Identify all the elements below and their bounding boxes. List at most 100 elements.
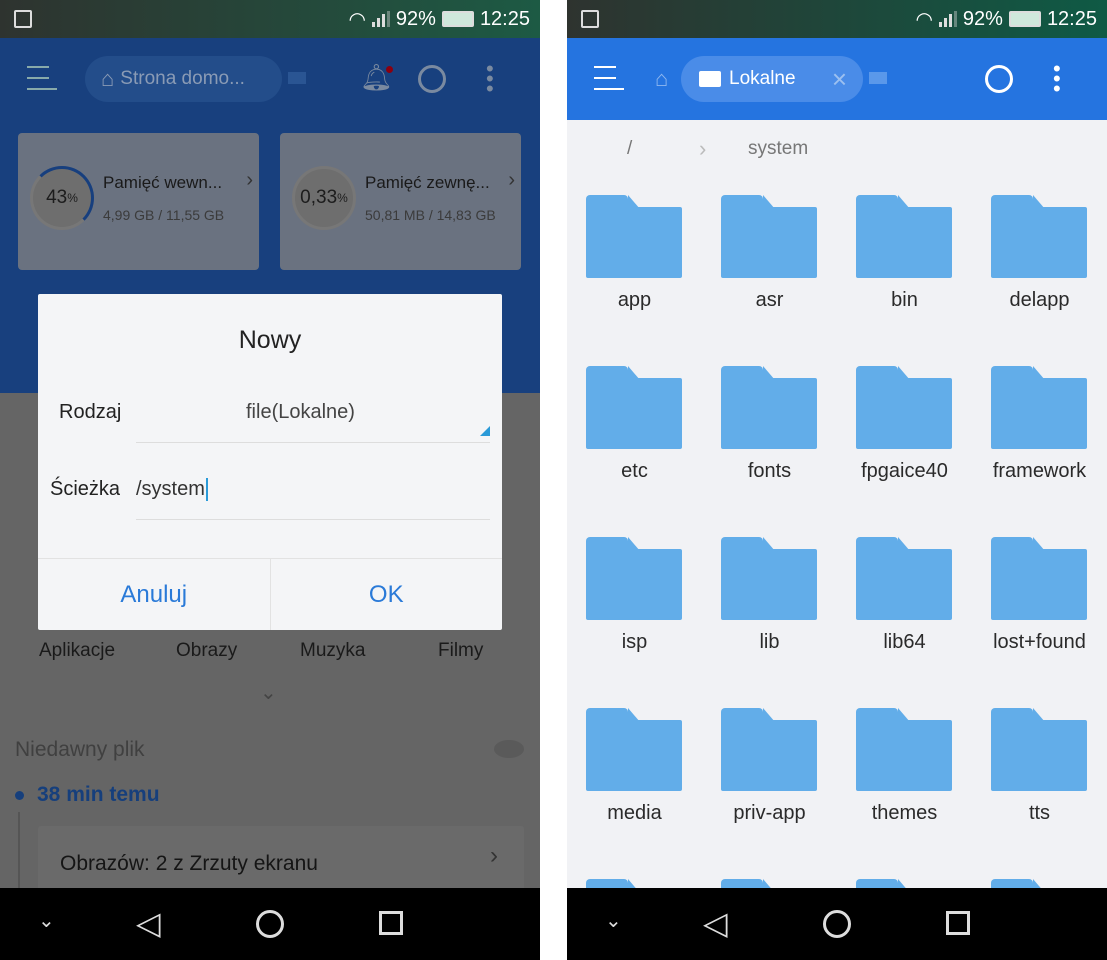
folder-label[interactable]: bin bbox=[837, 289, 972, 312]
navigation-bar: ⌄ ◁ bbox=[0, 888, 540, 960]
battery-icon bbox=[1008, 11, 1041, 27]
expand-chevron-icon[interactable]: ⌄ bbox=[260, 680, 277, 705]
folder-label[interactable]: lib bbox=[702, 631, 837, 654]
usage-ring: 43% bbox=[30, 166, 94, 230]
chevron-right-icon: › bbox=[490, 842, 498, 869]
category-images[interactable]: Obrazy bbox=[176, 640, 237, 662]
sd-card-icon[interactable] bbox=[288, 72, 306, 84]
storage-usage: 50,81 MB / 14,83 GB bbox=[365, 207, 496, 223]
home-nav-icon[interactable] bbox=[823, 910, 851, 938]
chevron-right-icon: › bbox=[246, 169, 253, 191]
cancel-button[interactable]: Anuluj bbox=[38, 559, 271, 630]
folder-label[interactable]: framework bbox=[972, 460, 1107, 483]
folder-label[interactable]: delapp bbox=[972, 289, 1107, 312]
folder-icon[interactable] bbox=[586, 366, 682, 449]
percent: 43 bbox=[46, 187, 68, 208]
right-screen: ◠ 92% 12:25 ⌂ Lokalne × • • • / › system a… bbox=[567, 0, 1107, 960]
folder-label[interactable]: fpgaice40 bbox=[837, 460, 972, 483]
home-icon[interactable]: ⌂ bbox=[655, 66, 668, 92]
more-options-icon[interactable]: • • • bbox=[486, 58, 494, 100]
folder-label[interactable]: media bbox=[567, 802, 702, 825]
folder-icon[interactable] bbox=[586, 195, 682, 278]
breadcrumb-root[interactable]: / bbox=[627, 138, 632, 160]
clock: 12:25 bbox=[1046, 7, 1097, 30]
recent-files-title: Niedawny plik bbox=[15, 738, 145, 761]
folder-label[interactable]: lib64 bbox=[837, 631, 972, 654]
folder-label[interactable]: priv-app bbox=[702, 802, 837, 825]
folder-icon[interactable] bbox=[856, 195, 952, 278]
folder-label[interactable]: fonts bbox=[702, 460, 837, 483]
folder-icon[interactable] bbox=[991, 366, 1087, 449]
search-icon[interactable] bbox=[985, 65, 1013, 93]
signal-icon bbox=[938, 11, 957, 27]
folder-icon[interactable] bbox=[721, 195, 817, 278]
wifi-icon: ◠ bbox=[348, 8, 366, 31]
dropdown-triangle-icon bbox=[480, 426, 490, 436]
tab-lokalne[interactable]: Lokalne × bbox=[681, 56, 863, 102]
wifi-icon: ◠ bbox=[915, 8, 933, 31]
breadcrumb-system[interactable]: system bbox=[748, 138, 808, 160]
back-icon[interactable]: ◁ bbox=[703, 904, 728, 942]
usage-ring: 0,33% bbox=[292, 166, 356, 230]
bell-icon[interactable]: 🔔︎ bbox=[360, 62, 394, 93]
screenshot-icon bbox=[14, 10, 32, 28]
folder-icon[interactable] bbox=[991, 195, 1087, 278]
battery-percent: 92% bbox=[395, 7, 436, 30]
folder-icon[interactable] bbox=[721, 537, 817, 620]
search-icon[interactable] bbox=[418, 65, 446, 93]
menu-icon[interactable] bbox=[27, 66, 57, 90]
toolbar: ⌂ Lokalne × • • • bbox=[567, 38, 1107, 120]
path-value: /system bbox=[136, 478, 208, 501]
timeline-dot bbox=[15, 791, 24, 800]
storage-name: Pamięć wewn... bbox=[103, 173, 223, 192]
storage-name: Pamięć zewnę... bbox=[365, 173, 490, 192]
category-apps[interactable]: Aplikacje bbox=[39, 640, 115, 662]
folder-label[interactable]: lost+found bbox=[972, 631, 1107, 654]
hide-nav-icon[interactable]: ⌄ bbox=[605, 908, 622, 933]
chevron-right-icon: › bbox=[699, 136, 707, 161]
storage-card-internal[interactable]: 43% Pamięć wewn... 4,99 GB / 11,55 GB › bbox=[18, 133, 259, 270]
folder-icon[interactable] bbox=[586, 537, 682, 620]
status-bar: ◠ 92% 12:25 bbox=[567, 0, 1107, 38]
screenshot-icon bbox=[581, 10, 599, 28]
folder-icon[interactable] bbox=[721, 366, 817, 449]
close-tab-icon[interactable]: × bbox=[832, 64, 847, 95]
category-videos[interactable]: Filmy bbox=[438, 640, 483, 662]
folder-icon[interactable] bbox=[991, 537, 1087, 620]
menu-icon[interactable] bbox=[594, 66, 624, 90]
tab-home[interactable]: ⌂ Strona domo... bbox=[85, 56, 282, 102]
recent-item-label: Obrazów: 2 z Zrzuty ekranu bbox=[60, 852, 318, 875]
folder-icon[interactable] bbox=[856, 537, 952, 620]
eye-icon[interactable] bbox=[494, 740, 524, 758]
folder-icon[interactable] bbox=[856, 708, 952, 791]
recents-icon[interactable] bbox=[946, 911, 970, 935]
recents-icon[interactable] bbox=[379, 911, 403, 935]
type-label: Rodzaj bbox=[59, 401, 122, 423]
recent-time: 38 min temu bbox=[37, 783, 160, 806]
percent: 0,33 bbox=[300, 187, 338, 208]
folder-icon[interactable] bbox=[991, 708, 1087, 791]
folder-label[interactable]: themes bbox=[837, 802, 972, 825]
folder-icon[interactable] bbox=[721, 708, 817, 791]
timeline-line bbox=[18, 812, 20, 892]
type-select[interactable]: file(Lokalne) bbox=[136, 386, 490, 443]
chevron-right-icon: › bbox=[508, 169, 515, 191]
sd-card-icon[interactable] bbox=[869, 72, 887, 84]
folder-icon[interactable] bbox=[856, 366, 952, 449]
folder-label[interactable]: app bbox=[567, 289, 702, 312]
folder-icon[interactable] bbox=[586, 708, 682, 791]
folder-label[interactable]: tts bbox=[972, 802, 1107, 825]
folder-label[interactable]: isp bbox=[567, 631, 702, 654]
folder-label[interactable]: asr bbox=[702, 289, 837, 312]
more-options-icon[interactable]: • • • bbox=[1053, 58, 1061, 100]
category-music[interactable]: Muzyka bbox=[300, 640, 365, 662]
storage-usage: 4,99 GB / 11,55 GB bbox=[103, 207, 225, 223]
hide-nav-icon[interactable]: ⌄ bbox=[38, 908, 55, 933]
storage-card-external[interactable]: 0,33% Pamięć zewnę... 50,81 MB / 14,83 G… bbox=[280, 133, 521, 270]
status-bar: ◠ 92% 12:25 bbox=[0, 0, 540, 38]
path-input[interactable]: /system bbox=[136, 464, 490, 520]
home-nav-icon[interactable] bbox=[256, 910, 284, 938]
back-icon[interactable]: ◁ bbox=[136, 904, 161, 942]
ok-button[interactable]: OK bbox=[271, 559, 503, 630]
folder-label[interactable]: etc bbox=[567, 460, 702, 483]
